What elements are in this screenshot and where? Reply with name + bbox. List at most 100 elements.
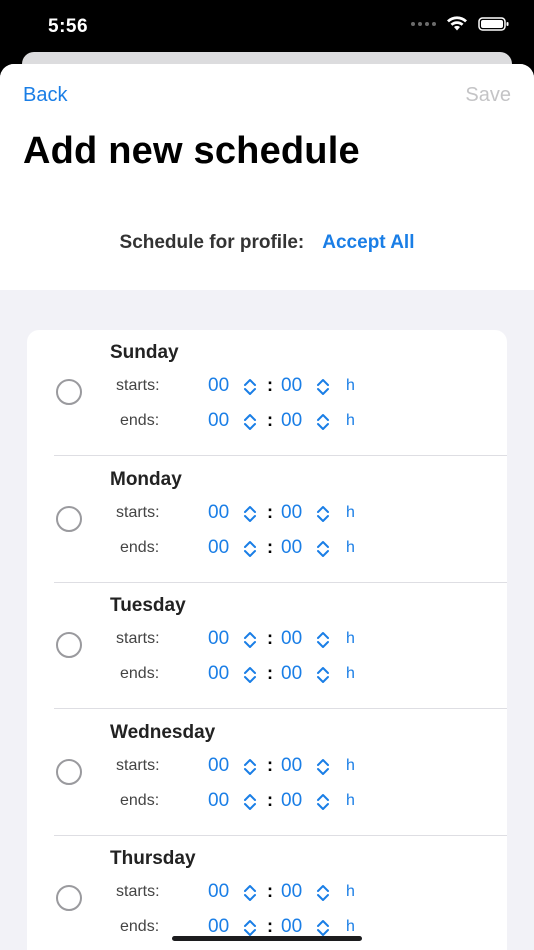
starts-hour-value[interactable]: 00 <box>208 881 229 903</box>
ends-minute-value[interactable]: 00 <box>281 410 302 432</box>
day-name: Thursday <box>110 848 196 869</box>
minute-stepper-icon[interactable] <box>316 629 330 651</box>
starts-hour-value[interactable]: 00 <box>208 375 229 397</box>
starts-hour-value[interactable]: 00 <box>208 628 229 650</box>
ends-label: ends: <box>120 665 160 682</box>
starts-hour-value[interactable]: 00 <box>208 755 229 777</box>
ends-hour-value[interactable]: 00 <box>208 663 229 685</box>
ends-time-row: ends: 00:00 h <box>27 536 507 564</box>
hour-stepper-icon[interactable] <box>243 882 257 904</box>
ends-minute-value[interactable]: 00 <box>281 537 302 559</box>
starts-minute-value[interactable]: 00 <box>281 881 302 903</box>
hour-stepper-icon[interactable] <box>243 503 257 525</box>
hour-unit: h <box>346 630 355 647</box>
minute-stepper-icon[interactable] <box>316 791 330 813</box>
save-button[interactable]: Save <box>465 84 511 107</box>
minute-stepper-icon[interactable] <box>316 411 330 433</box>
day-row: Monday starts: 00:00 h ends: 00:00 h <box>27 457 507 583</box>
hour-unit: h <box>346 756 355 774</box>
hour-unit: h <box>346 918 355 935</box>
starts-time-row: starts: 00:00 h <box>27 501 507 529</box>
starts-hour-value[interactable]: 00 <box>208 502 229 524</box>
hour-unit: h <box>346 883 355 900</box>
ends-time-row: ends: 00:00 h <box>27 789 507 817</box>
starts-label: starts: <box>116 377 160 394</box>
page-title: Add new schedule <box>23 130 360 172</box>
day-name: Tuesday <box>110 595 186 616</box>
ends-hour-value[interactable]: 00 <box>208 916 229 938</box>
day-row: Wednesday starts: 00:00 h ends: 00:00 h <box>27 710 507 836</box>
ends-label: ends: <box>120 791 160 809</box>
wifi-icon <box>447 16 467 31</box>
ends-time-row: ends: 00:00 h <box>27 662 507 690</box>
ends-hour-value[interactable]: 00 <box>208 537 229 559</box>
starts-minute-value[interactable]: 00 <box>281 502 302 524</box>
ends-minute-value[interactable]: 00 <box>281 663 302 685</box>
minute-stepper-icon[interactable] <box>316 664 330 686</box>
starts-time-row: starts: 00:00 h <box>27 880 507 908</box>
time-separator: : <box>267 628 273 648</box>
day-name: Wednesday <box>110 721 216 743</box>
starts-time-row: starts: 00:00 h <box>27 374 507 402</box>
time-separator: : <box>267 881 273 901</box>
minute-stepper-icon[interactable] <box>316 376 330 398</box>
day-name: Sunday <box>110 342 179 363</box>
status-bar: 5:56 <box>0 0 534 56</box>
status-icons <box>411 16 510 32</box>
sheet-header: Back Save Add new schedule Schedule for … <box>0 64 534 290</box>
time-separator: : <box>267 536 273 557</box>
hour-stepper-icon[interactable] <box>243 376 257 398</box>
hour-unit: h <box>346 503 355 521</box>
time-separator: : <box>267 789 273 810</box>
starts-minute-value[interactable]: 00 <box>281 375 302 397</box>
schedule-days-card: Sunday starts: 00:00 h ends: 00:00 h Monday star… <box>27 330 507 950</box>
ends-label: ends: <box>120 918 160 935</box>
day-name: Monday <box>110 468 182 490</box>
time-separator: : <box>267 375 273 395</box>
starts-minute-value[interactable]: 00 <box>281 628 302 650</box>
starts-time-row: starts: 00:00 h <box>27 754 507 782</box>
modal-sheet: Back Save Add new schedule Schedule for … <box>0 64 534 950</box>
time-separator: : <box>267 754 273 775</box>
day-row: Tuesday starts: 00:00 h ends: 00:00 h <box>27 583 507 709</box>
starts-minute-value[interactable]: 00 <box>281 755 302 777</box>
hour-stepper-icon[interactable] <box>243 791 257 813</box>
ends-hour-value[interactable]: 00 <box>208 410 229 432</box>
time-separator: : <box>267 410 273 430</box>
back-button[interactable]: Back <box>23 84 67 107</box>
minute-stepper-icon[interactable] <box>316 882 330 904</box>
ends-minute-value[interactable]: 00 <box>281 916 302 938</box>
starts-label: starts: <box>116 503 160 521</box>
battery-icon <box>478 17 509 31</box>
starts-label: starts: <box>116 883 160 900</box>
hour-unit: h <box>346 377 355 394</box>
time-separator: : <box>267 663 273 683</box>
hour-stepper-icon[interactable] <box>243 756 257 778</box>
ends-minute-value[interactable]: 00 <box>281 790 302 812</box>
ends-label: ends: <box>120 412 160 429</box>
minute-stepper-icon[interactable] <box>316 538 330 560</box>
home-indicator <box>172 936 362 941</box>
signal-dots-icon <box>411 22 436 26</box>
hour-unit: h <box>346 412 355 429</box>
ends-label: ends: <box>120 538 160 556</box>
profile-selector[interactable]: Accept All <box>322 232 414 253</box>
hour-stepper-icon[interactable] <box>243 538 257 560</box>
hour-stepper-icon[interactable] <box>243 629 257 651</box>
hour-unit: h <box>346 791 355 809</box>
minute-stepper-icon[interactable] <box>316 756 330 778</box>
profile-row: Schedule for profile: Accept All <box>0 232 534 254</box>
day-row: Thursday starts: 00:00 h ends: 00:00 h <box>27 836 507 950</box>
minute-stepper-icon[interactable] <box>316 503 330 525</box>
ends-hour-value[interactable]: 00 <box>208 790 229 812</box>
ends-time-row: ends: 00:00 h <box>27 409 507 437</box>
hour-stepper-icon[interactable] <box>243 411 257 433</box>
hour-stepper-icon[interactable] <box>243 664 257 686</box>
day-row: Sunday starts: 00:00 h ends: 00:00 h <box>27 330 507 456</box>
hour-unit: h <box>346 538 355 556</box>
starts-label: starts: <box>116 756 160 774</box>
status-time: 5:56 <box>48 16 89 37</box>
profile-label: Schedule for profile: <box>119 232 305 253</box>
time-separator: : <box>267 916 273 936</box>
starts-time-row: starts: 00:00 h <box>27 627 507 655</box>
